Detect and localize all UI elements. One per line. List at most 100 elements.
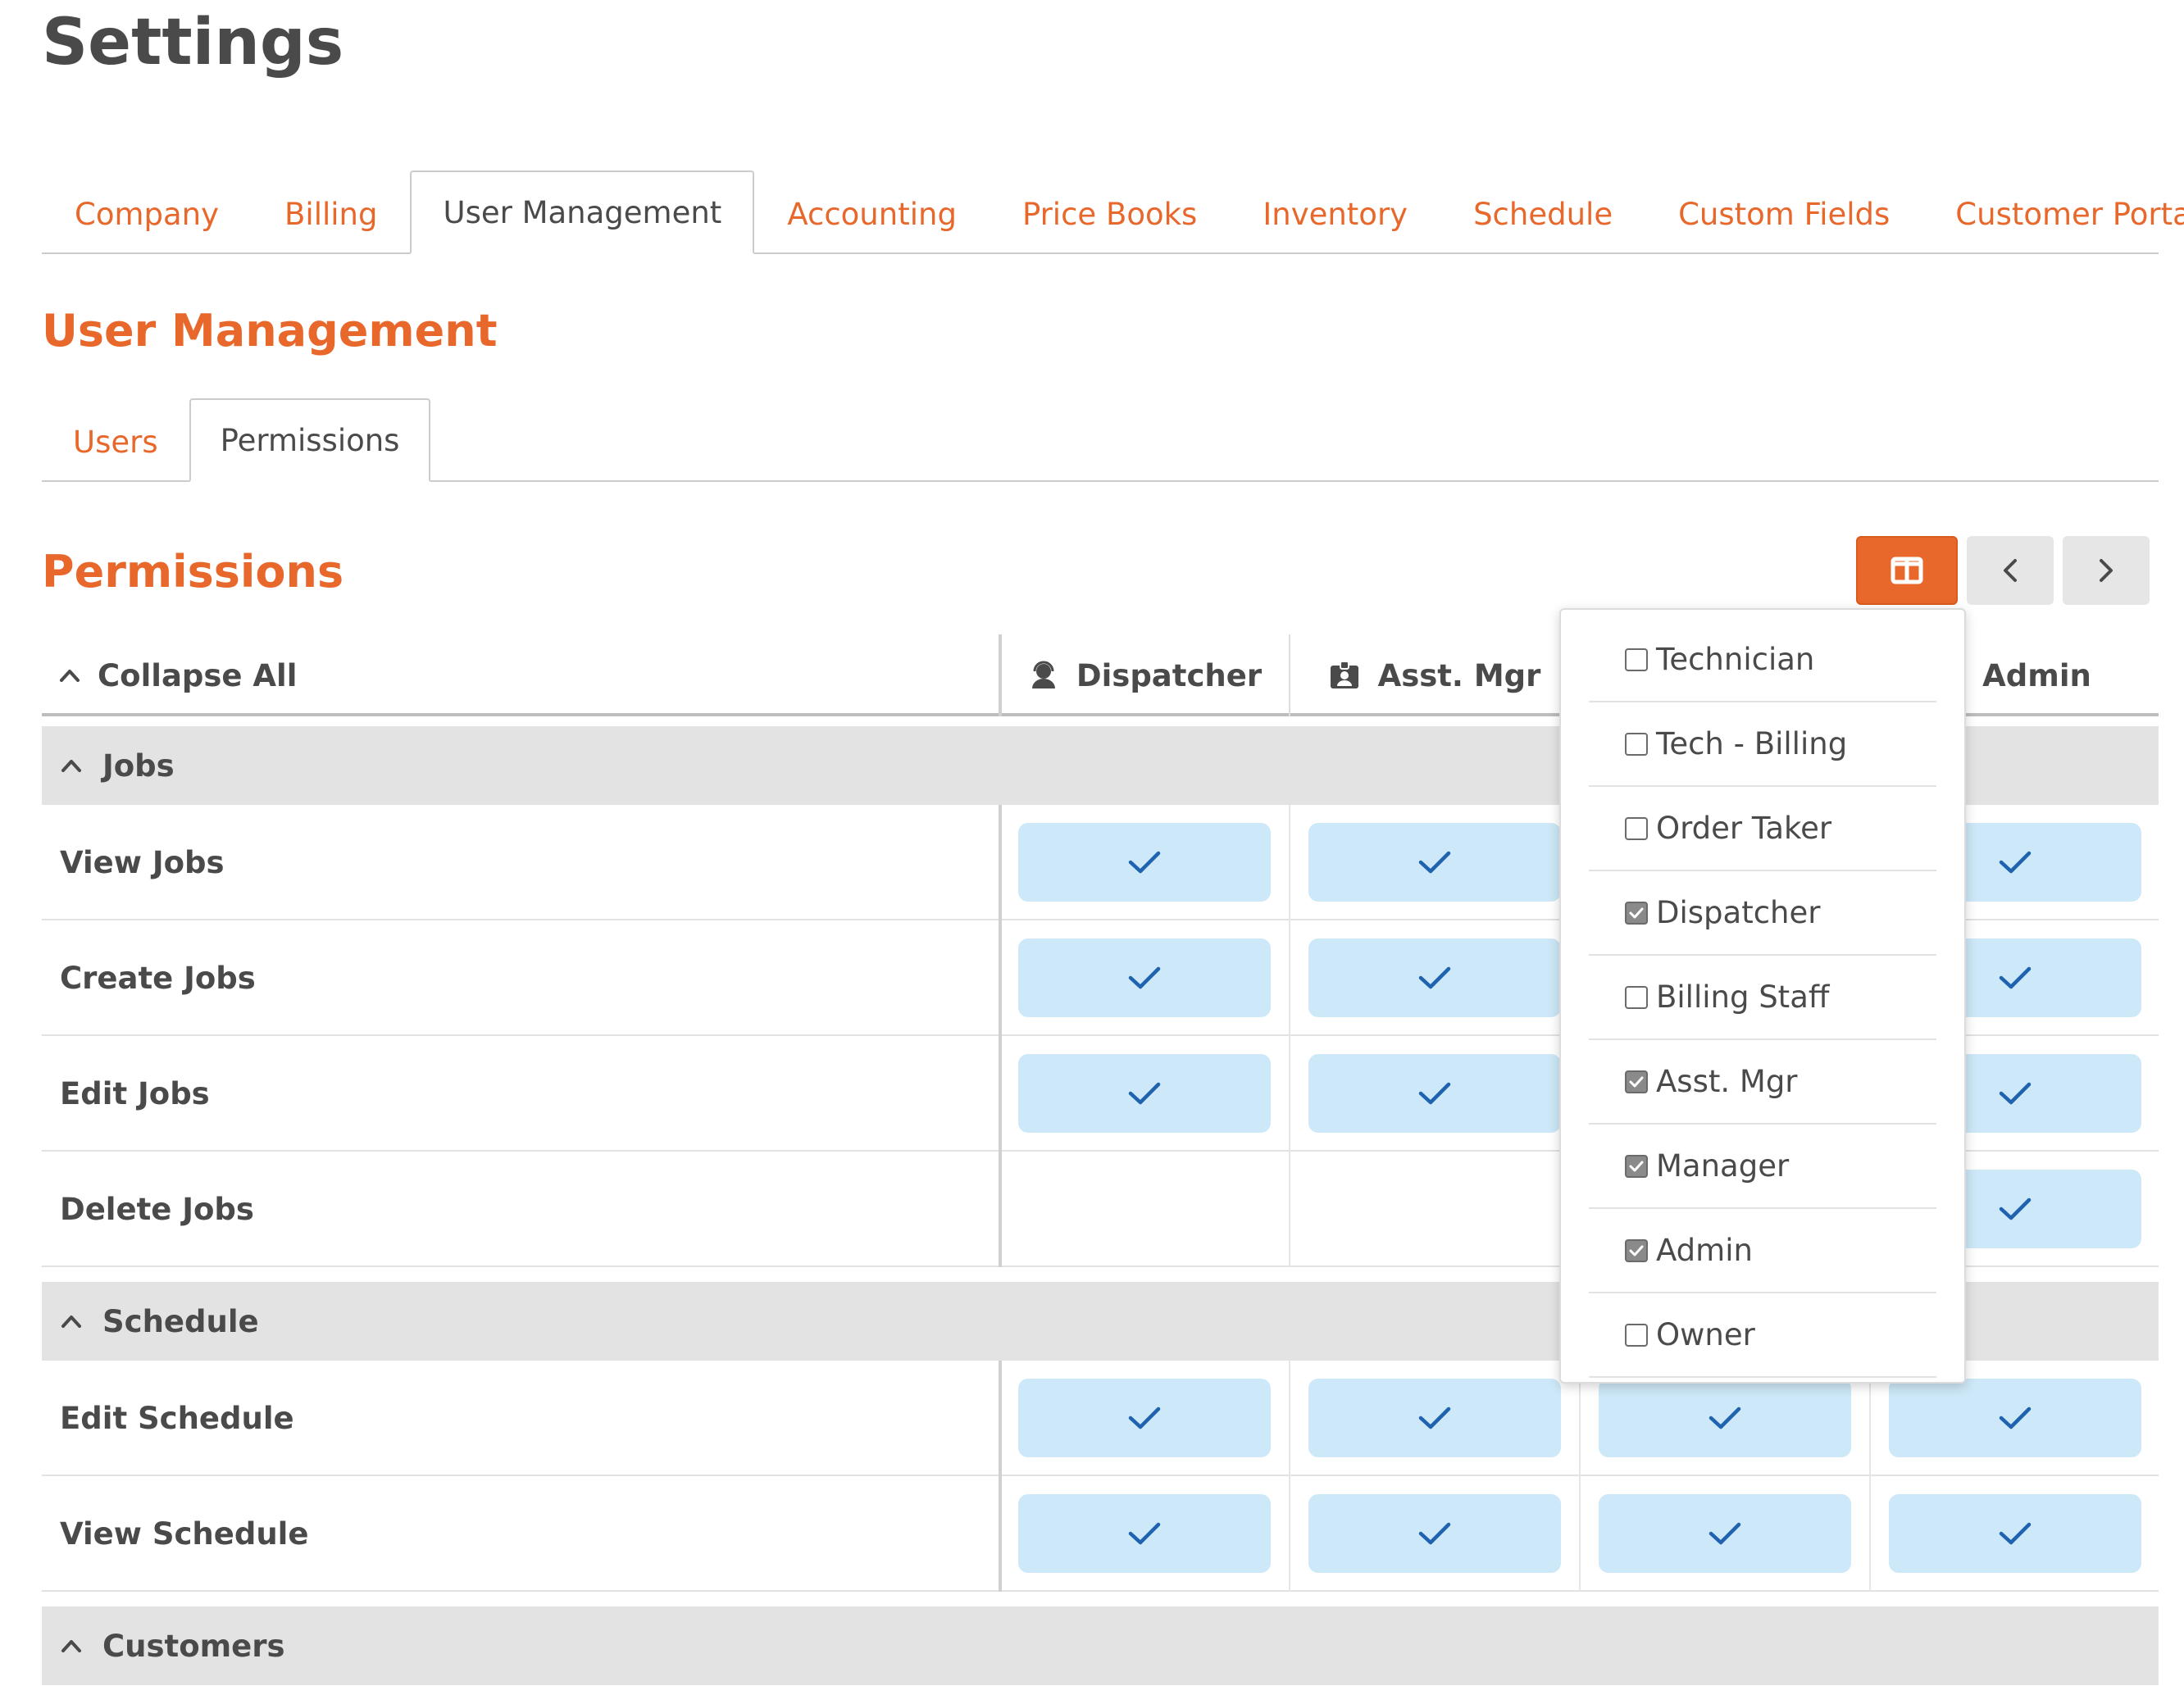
checkmark-icon bbox=[1128, 1522, 1161, 1545]
checkmark-icon bbox=[1418, 966, 1451, 989]
column-option-owner[interactable]: Owner bbox=[1589, 1293, 1936, 1378]
column-option-asst-mgr[interactable]: Asst. Mgr bbox=[1589, 1040, 1936, 1125]
checkmark-icon bbox=[1418, 851, 1451, 874]
checkmark-icon bbox=[1709, 1522, 1741, 1545]
checkbox-checked[interactable] bbox=[1625, 1154, 1648, 1178]
permission-label: View Jobs bbox=[60, 845, 225, 880]
column-option-order-taker[interactable]: Order Taker bbox=[1589, 787, 1936, 871]
checkmark-icon bbox=[1999, 966, 2032, 989]
permission-granted-toggle[interactable] bbox=[1018, 1379, 1271, 1457]
chevron-up-icon bbox=[61, 760, 81, 772]
headset-user-icon bbox=[1031, 661, 1055, 688]
section-title: User Management bbox=[42, 305, 498, 357]
column-header-asst-mgr: Asst. Mgr bbox=[1289, 634, 1579, 716]
checkbox-unchecked[interactable] bbox=[1625, 985, 1648, 1009]
column-option-dispatcher[interactable]: Dispatcher bbox=[1589, 871, 1936, 956]
chevron-up-icon bbox=[60, 670, 80, 682]
checkmark-icon bbox=[1418, 1082, 1451, 1105]
tab-custom-fields[interactable]: Custom Fields bbox=[1645, 172, 1922, 254]
permission-cell[interactable] bbox=[1289, 805, 1579, 920]
permission-granted-toggle[interactable] bbox=[1889, 1494, 2141, 1573]
permission-cell[interactable] bbox=[1289, 1476, 1579, 1592]
group-label: Jobs bbox=[102, 748, 175, 784]
permission-cell[interactable] bbox=[999, 920, 1289, 1036]
permission-cell[interactable] bbox=[1289, 1361, 1579, 1476]
id-badge-icon bbox=[1330, 661, 1358, 688]
check-icon bbox=[1629, 1161, 1644, 1171]
table-row: View Schedule bbox=[42, 1476, 2159, 1592]
next-columns-button[interactable] bbox=[2063, 536, 2150, 605]
checkmark-icon bbox=[1128, 851, 1161, 874]
checkmark-icon bbox=[1418, 1522, 1451, 1545]
checkbox-unchecked[interactable] bbox=[1625, 1323, 1648, 1347]
tab-company[interactable]: Company bbox=[42, 172, 252, 254]
permission-cell[interactable] bbox=[999, 1152, 1289, 1267]
column-option-billing-staff[interactable]: Billing Staff bbox=[1589, 956, 1936, 1040]
group-customers[interactable]: Customers bbox=[42, 1606, 2159, 1685]
column-option-label: Order Taker bbox=[1656, 811, 1832, 846]
tab-price-books[interactable]: Price Books bbox=[990, 172, 1230, 254]
chevron-left-icon bbox=[2004, 559, 2017, 582]
checkmark-icon bbox=[1418, 1406, 1451, 1429]
permission-granted-toggle[interactable] bbox=[1599, 1494, 1851, 1573]
tab-users[interactable]: Users bbox=[42, 400, 189, 482]
column-option-technician[interactable]: Technician bbox=[1589, 618, 1936, 702]
group-label: Schedule bbox=[102, 1303, 259, 1339]
column-option-tech-billing[interactable]: Tech - Billing bbox=[1589, 702, 1936, 787]
tab-schedule[interactable]: Schedule bbox=[1440, 172, 1645, 254]
permission-cell[interactable] bbox=[1579, 1476, 1869, 1592]
column-option-label: Owner bbox=[1656, 1317, 1755, 1352]
permission-granted-toggle[interactable] bbox=[1599, 1379, 1851, 1457]
permission-cell[interactable] bbox=[999, 1036, 1289, 1152]
column-picker-menu: Technician Tech - Billing Order Taker Dispa… bbox=[1559, 608, 1966, 1384]
permission-cell[interactable] bbox=[999, 1361, 1289, 1476]
column-header-label: Asst. Mgr bbox=[1377, 657, 1541, 693]
sub-tabs: Users Permissions bbox=[42, 398, 2159, 482]
checkmark-icon bbox=[1128, 1406, 1161, 1429]
permission-granted-toggle[interactable] bbox=[1018, 1054, 1271, 1133]
chevron-up-icon bbox=[61, 1640, 81, 1652]
checkbox-unchecked[interactable] bbox=[1625, 648, 1648, 671]
column-picker-button[interactable] bbox=[1856, 536, 1958, 605]
collapse-all-button[interactable]: Collapse All bbox=[58, 634, 297, 716]
permission-cell[interactable] bbox=[1869, 1476, 2159, 1592]
permission-cell[interactable] bbox=[999, 1476, 1289, 1592]
permission-granted-toggle[interactable] bbox=[1018, 823, 1271, 902]
tab-user-management[interactable]: User Management bbox=[410, 170, 755, 254]
checkbox-checked[interactable] bbox=[1625, 1238, 1648, 1262]
chevron-up-icon bbox=[61, 1316, 81, 1328]
permission-granted-toggle[interactable] bbox=[1308, 1379, 1561, 1457]
chevron-right-icon bbox=[2100, 559, 2113, 582]
previous-columns-button[interactable] bbox=[1967, 536, 2054, 605]
tab-billing[interactable]: Billing bbox=[252, 172, 410, 254]
permission-label: Create Jobs bbox=[60, 961, 256, 996]
permission-cell[interactable] bbox=[999, 805, 1289, 920]
permission-granted-toggle[interactable] bbox=[1018, 1494, 1271, 1573]
permission-cell[interactable] bbox=[1289, 1036, 1579, 1152]
tab-customer-portal[interactable]: Customer Portal bbox=[1922, 172, 2184, 254]
permission-granted-toggle[interactable] bbox=[1308, 938, 1561, 1017]
column-header-dispatcher: Dispatcher bbox=[999, 634, 1289, 716]
tab-inventory[interactable]: Inventory bbox=[1230, 172, 1440, 254]
permission-granted-toggle[interactable] bbox=[1018, 938, 1271, 1017]
checkbox-checked[interactable] bbox=[1625, 901, 1648, 925]
checkbox-checked[interactable] bbox=[1625, 1070, 1648, 1093]
tab-accounting[interactable]: Accounting bbox=[754, 172, 990, 254]
column-header-label: Dispatcher bbox=[1076, 657, 1263, 693]
permission-granted-toggle[interactable] bbox=[1308, 823, 1561, 902]
column-option-label: Tech - Billing bbox=[1656, 726, 1848, 761]
column-option-manager[interactable]: Manager bbox=[1589, 1125, 1936, 1209]
permission-cell[interactable] bbox=[1289, 1152, 1579, 1267]
column-option-admin[interactable]: Admin bbox=[1589, 1209, 1936, 1293]
checkmark-icon bbox=[1999, 1082, 2032, 1105]
checkbox-unchecked[interactable] bbox=[1625, 732, 1648, 756]
tab-permissions[interactable]: Permissions bbox=[189, 398, 431, 482]
permission-granted-toggle[interactable] bbox=[1308, 1054, 1561, 1133]
permission-label: Edit Jobs bbox=[60, 1076, 210, 1111]
permission-granted-toggle[interactable] bbox=[1308, 1494, 1561, 1573]
check-icon bbox=[1629, 907, 1644, 918]
permission-granted-toggle[interactable] bbox=[1889, 1379, 2141, 1457]
checkbox-unchecked[interactable] bbox=[1625, 816, 1648, 840]
permission-cell[interactable] bbox=[1289, 920, 1579, 1036]
checkmark-icon bbox=[1999, 1522, 2032, 1545]
